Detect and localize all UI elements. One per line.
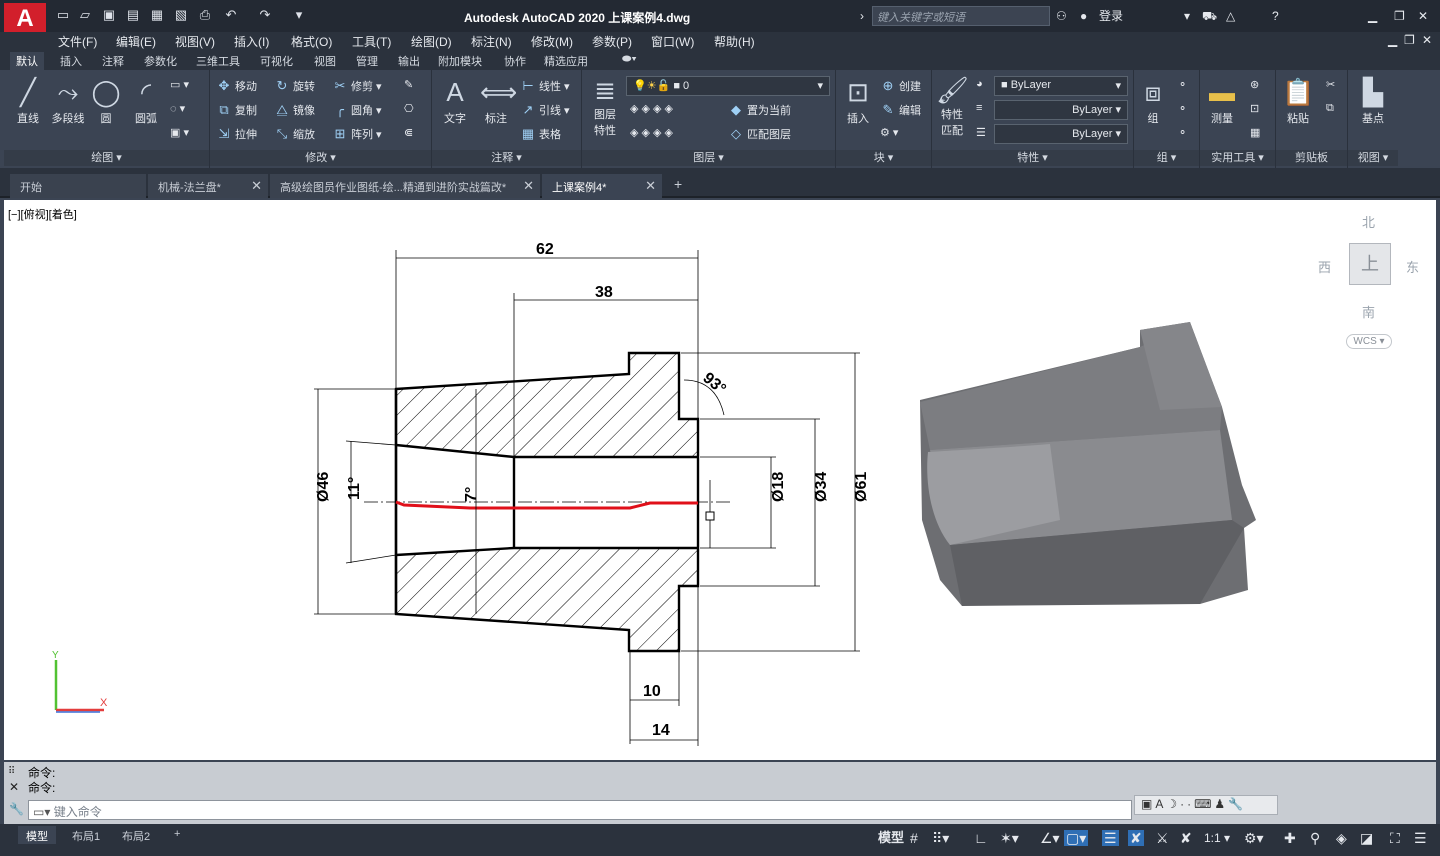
command-grip-icon[interactable]: ⠿: [8, 766, 15, 777]
viewcube-west[interactable]: 西: [1318, 257, 1331, 276]
polar-icon[interactable]: ✶▾: [1000, 830, 1019, 846]
ucs-icon: Y X: [52, 650, 108, 713]
ortho-icon[interactable]: ∟: [974, 830, 988, 846]
annotation-toolbar[interactable]: ▣A☽··⌨♟🔧: [1134, 795, 1278, 815]
units-icon[interactable]: ⚲: [1310, 830, 1320, 846]
drawing-svg[interactable]: 62 38 10 14 93° Ø46 11° 7° Ø18 Ø34 Ø61 Y: [0, 0, 1440, 856]
clean-screen-icon[interactable]: ⛶: [1390, 830, 1400, 846]
highlighted-polyline[interactable]: [395, 500, 698, 510]
annotation-scale-icon[interactable]: ✘: [1180, 830, 1192, 846]
dia-46: Ø46: [315, 472, 332, 502]
auto-scale-icon[interactable]: ⚔: [1156, 830, 1169, 846]
upper-hatch: [396, 353, 698, 457]
layout-tab-model[interactable]: 模型: [18, 826, 56, 844]
hardware-accel-icon[interactable]: ◪: [1360, 830, 1373, 846]
layout-tab-2[interactable]: 布局2: [114, 826, 158, 844]
workspace-gear-icon[interactable]: ⚙▾: [1244, 830, 1264, 846]
lineweight-toggle-icon[interactable]: ☰: [1102, 830, 1119, 846]
dim-14: 14: [652, 722, 670, 739]
wcs-menu[interactable]: WCS ▾: [1346, 334, 1392, 349]
3d-model[interactable]: [920, 322, 1256, 606]
add-layout-button[interactable]: +: [166, 826, 188, 844]
angle-11: 11°: [346, 477, 363, 500]
viewcube-north[interactable]: 北: [1362, 212, 1375, 231]
angle-93: 93°: [699, 369, 728, 398]
svg-text:X: X: [100, 697, 108, 709]
grip-marker[interactable]: [705, 511, 715, 521]
angle-7: 7°: [463, 487, 480, 502]
snap-icon[interactable]: ⠿▾: [932, 830, 949, 846]
annotation-visibility-icon[interactable]: ✘: [1128, 830, 1144, 846]
dim-62: 62: [536, 241, 554, 258]
svg-text:Y: Y: [52, 650, 59, 661]
command-history-line: 命令:: [28, 766, 56, 780]
isolate-icon[interactable]: ◈: [1336, 830, 1347, 846]
command-history-line: 命令:: [28, 781, 56, 795]
command-customize-icon[interactable]: 🔧: [9, 802, 24, 816]
dia-61: Ø61: [853, 472, 870, 502]
command-input[interactable]: ▭▾ 键入命令: [28, 800, 1132, 820]
command-history: 命令: 命令:: [28, 766, 55, 796]
dimension-texts: 62 38 10 14 93° Ø46 11° 7° Ø18 Ø34 Ø61: [315, 241, 870, 739]
autocad-window: A ▭ ▱ ▣ ▤ ▦ ▧ ⎙ ↶ ↷ ▾ Autodesk AutoCAD 2…: [0, 0, 1440, 856]
model-space-button[interactable]: 模型: [878, 830, 904, 846]
command-recent-icon[interactable]: ▭▾: [33, 805, 54, 819]
osnap-icon[interactable]: ▢▾: [1064, 830, 1089, 846]
dim-10: 10: [643, 683, 661, 700]
isodraft-icon[interactable]: ∠▾: [1040, 830, 1060, 846]
grid-icon[interactable]: #: [910, 830, 918, 846]
dia-18: Ø18: [770, 472, 787, 502]
plus-icon[interactable]: ✚: [1284, 830, 1296, 846]
scale-dropdown[interactable]: 1:1 ▾: [1204, 830, 1230, 846]
viewcube-south[interactable]: 南: [1362, 302, 1375, 321]
viewcube-top-face[interactable]: 上: [1349, 243, 1391, 285]
viewcube-east[interactable]: 东: [1406, 257, 1419, 276]
customize-status-icon[interactable]: ☰: [1414, 830, 1427, 846]
command-close-icon[interactable]: ✕: [9, 780, 19, 794]
dim-38: 38: [595, 284, 613, 301]
lower-hatch: [396, 548, 698, 651]
layout-tab-1[interactable]: 布局1: [64, 826, 108, 844]
dia-34: Ø34: [813, 472, 830, 502]
